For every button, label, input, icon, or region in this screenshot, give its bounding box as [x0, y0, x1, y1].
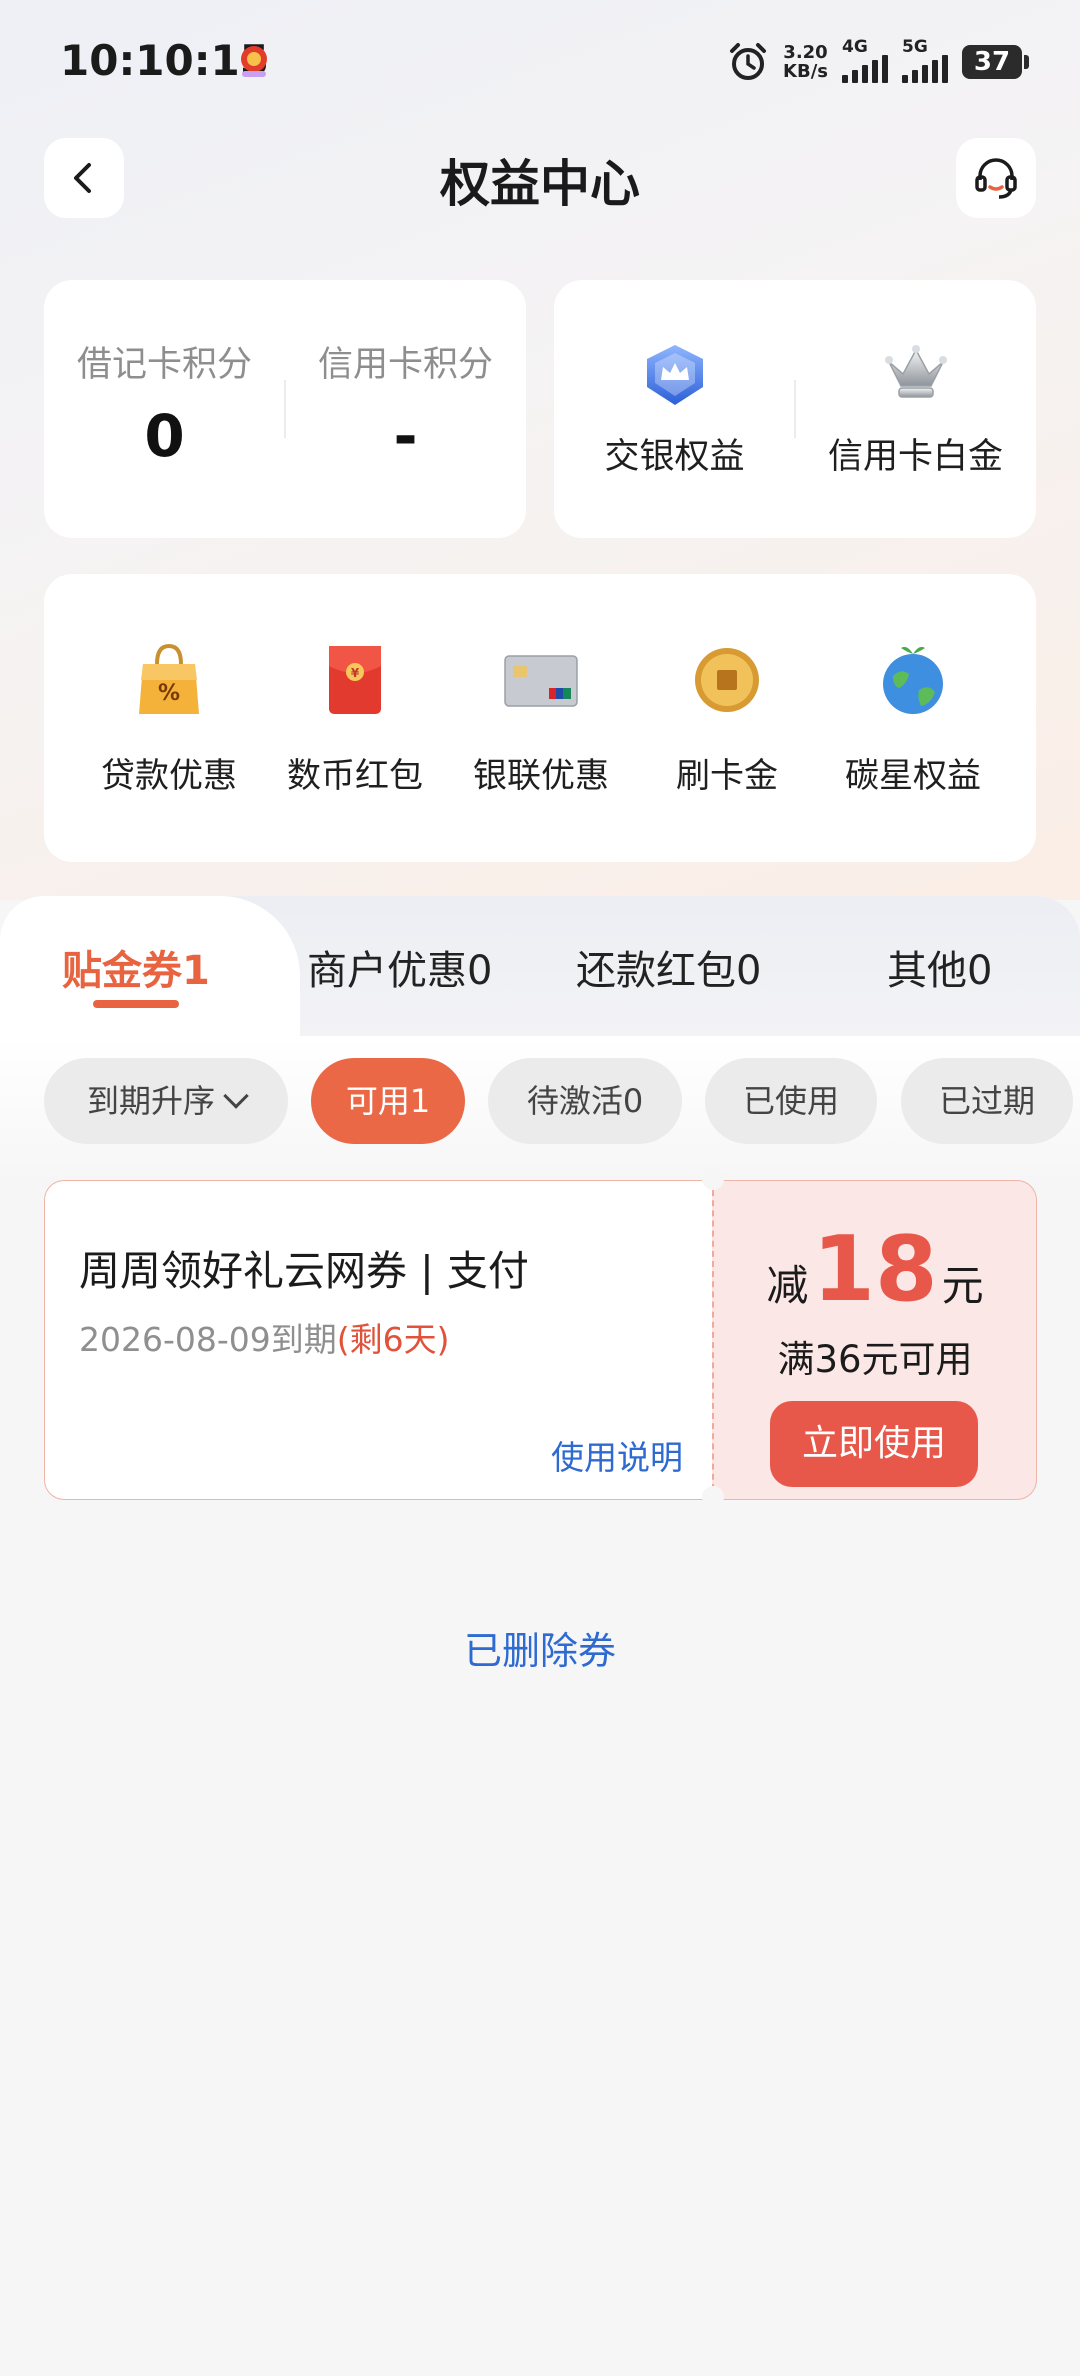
signal-4g-label: 4G [842, 37, 868, 57]
shortcut-card-gold[interactable]: 刷卡金 [642, 640, 812, 797]
page-title: 权益中心 [440, 155, 640, 213]
gold-coin-icon [695, 648, 759, 712]
battery-icon: 37 [962, 45, 1029, 79]
net-speed-value: 3.20 [783, 42, 828, 63]
status-bar: 10:10:15 3.20 KB/s 4G 5G 37 [0, 0, 1080, 120]
filter-pending-activation[interactable]: 待激活0 [488, 1058, 682, 1144]
bank-card-icon [504, 655, 578, 707]
tab-repayment-red-packet[interactable]: 还款红包0 [576, 938, 761, 996]
coupon-unit: 元 [941, 1261, 984, 1310]
net-speed: 3.20 KB/s [783, 43, 828, 81]
shortcut-label: 刷卡金 [676, 756, 778, 796]
filter-expired[interactable]: 已过期 [901, 1058, 1073, 1144]
coupon-expiry: 2026-08-09到期(剩6天) [79, 1313, 450, 1361]
credit-points-value: - [393, 402, 418, 470]
crown-badge-icon [647, 345, 703, 405]
tab-gold-coupon[interactable]: 贴金券1 [62, 938, 210, 996]
tab-other[interactable]: 其他0 [887, 938, 992, 996]
shortcut-digital-red-packet[interactable]: ¥ 数币红包 [270, 640, 440, 797]
coupon-notch-bottom [702, 1486, 724, 1508]
tab-underline [93, 1000, 179, 1008]
shortcut-unionpay-discount[interactable]: 银联优惠 [456, 640, 626, 797]
red-envelope-icon: ¥ [329, 646, 381, 714]
coupon-expiry-date: 2026-08-09到期 [79, 1320, 337, 1359]
svg-text:¥: ¥ [351, 666, 360, 680]
points-card: 借记卡积分 0 信用卡积分 - [44, 280, 526, 538]
silver-crown-icon [885, 345, 947, 398]
signal-5g-icon: 5G [902, 37, 948, 83]
globe-icon [883, 646, 943, 714]
svg-text:%: % [158, 681, 180, 706]
app-notification-icon [241, 46, 267, 77]
shortcut-label: 碳星权益 [845, 756, 981, 796]
customer-service-button[interactable] [956, 138, 1036, 218]
shortcut-label: 数币红包 [287, 756, 423, 796]
headset-icon [975, 158, 1017, 199]
top-nav: 权益中心 [0, 134, 1080, 224]
net-speed-unit: KB/s [783, 61, 828, 82]
shortcut-carbon-star[interactable]: 碳星权益 [828, 640, 998, 797]
bocom-benefits-label: 交银权益 [604, 437, 745, 477]
credit-platinum-label: 信用卡白金 [827, 437, 1003, 477]
credit-points-label: 信用卡积分 [317, 345, 493, 385]
coupon-prefix: 减 [766, 1261, 809, 1310]
signal-5g-label: 5G [902, 37, 928, 57]
chevron-down-icon [223, 1083, 249, 1109]
coupon-value: 减18元 满36元可用 立即使用 [712, 1180, 1037, 1500]
tab-merchant-offers[interactable]: 商户优惠0 [307, 938, 492, 996]
status-indicators: 3.20 KB/s 4G 5G 37 [727, 37, 1029, 86]
filter-used[interactable]: 已使用 [705, 1058, 877, 1144]
coupon-condition: 满36元可用 [777, 1338, 973, 1381]
coupon-notch-top [702, 1168, 724, 1190]
signal-4g-icon: 4G [842, 37, 888, 83]
deleted-coupons-link[interactable]: 已删除券 [0, 1620, 1080, 1675]
shortcut-loan-discount[interactable]: % 贷款优惠 [84, 640, 254, 797]
bocom-benefits[interactable]: 交银权益 [554, 280, 795, 538]
debit-points[interactable]: 借记卡积分 0 [44, 280, 285, 538]
coupon-card[interactable]: 周周领好礼云网券 | 支付 2026-08-09到期(剩6天) 使用说明 减18… [44, 1168, 1037, 1508]
shortcut-label: 银联优惠 [473, 756, 609, 796]
filter-bar: 到期升序 可用1 待激活0 已使用 已过期 [0, 1036, 1080, 1186]
shopping-bag-icon: % [139, 643, 199, 714]
sort-label: 到期升序 [86, 1082, 215, 1120]
coupon-amount-row: 减18元 [714, 1217, 1036, 1322]
use-now-button[interactable]: 立即使用 [770, 1401, 978, 1487]
debit-points-value: 0 [144, 402, 185, 470]
benefits-card: 交银权益 信用卡白金 [554, 280, 1036, 538]
debit-points-label: 借记卡积分 [76, 345, 252, 385]
sort-dropdown[interactable]: 到期升序 [44, 1058, 288, 1144]
coupon-tabs: 贴金券1 商户优惠0 还款红包0 其他0 [0, 896, 1080, 1036]
coupon-remaining-days: (剩6天) [336, 1320, 450, 1359]
shortcut-card: % 贷款优惠 ¥ 数币红包 银联优惠 刷卡金 碳星权益 [44, 574, 1036, 862]
credit-platinum[interactable]: 信用卡白金 [795, 280, 1036, 538]
usage-instructions-link[interactable]: 使用说明 [551, 1431, 683, 1479]
shortcut-label: 贷款优惠 [101, 756, 237, 796]
coupon-info: 周周领好礼云网券 | 支付 2026-08-09到期(剩6天) 使用说明 [44, 1180, 713, 1500]
coupon-amount: 18 [812, 1217, 938, 1322]
alarm-icon [730, 43, 767, 80]
credit-points[interactable]: 信用卡积分 - [285, 280, 526, 538]
filter-available[interactable]: 可用1 [311, 1058, 465, 1144]
coupon-title: 周周领好礼云网券 | 支付 [79, 1247, 529, 1295]
